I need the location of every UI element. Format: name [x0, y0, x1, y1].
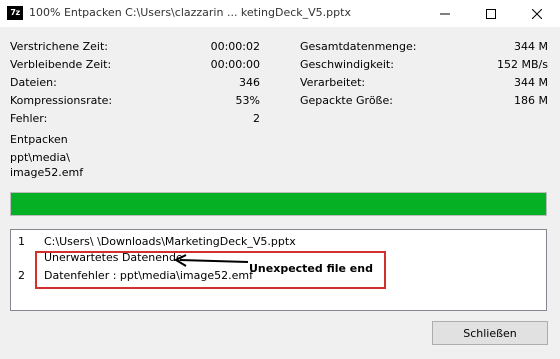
close-button[interactable]: Schließen [432, 321, 548, 345]
stat-row-files: Dateien: 346 [10, 74, 260, 92]
maximize-icon [486, 8, 496, 19]
stat-value: 186 M [514, 94, 548, 107]
stat-row-elapsed-time: Verstrichene Zeit: 00:00:02 [10, 38, 260, 56]
stat-value: 00:00:00 [210, 58, 260, 71]
stat-value: 2 [253, 112, 260, 125]
current-operation-label: Entpacken [10, 133, 68, 146]
close-window-button[interactable] [514, 0, 560, 27]
stat-label: Geschwindigkeit: [300, 58, 394, 71]
stat-label: Verstrichene Zeit: [10, 40, 108, 53]
stat-value: 00:00:02 [210, 40, 260, 53]
stat-row-errors: Fehler: 2 [10, 110, 260, 128]
stat-row-speed: Geschwindigkeit: 152 MB/s [300, 56, 548, 74]
message-text: C:\Users\ \Downloads\MarketingDeck_V5.pp… [44, 235, 296, 248]
maximize-button[interactable] [468, 0, 514, 27]
current-path-line-2: image52.emf [10, 166, 84, 179]
title-bar: 7z 100% Entpacken C:\Users\clazzarin ...… [0, 0, 560, 27]
annotation-arrow-icon [173, 254, 249, 267]
close-icon [532, 8, 542, 19]
stat-value: 152 MB/s [497, 58, 548, 71]
stat-row-compression-ratio: Kompressionsrate: 53% [10, 92, 260, 110]
stat-label: Dateien: [10, 76, 57, 89]
message-number: 1 [18, 235, 25, 248]
stat-label: Verarbeitet: [300, 76, 366, 89]
stat-row-packed-size: Gepackte Größe: 186 M [300, 92, 548, 110]
list-item[interactable]: 1 C:\Users\ \Downloads\MarketingDeck_V5.… [11, 234, 546, 250]
stat-label: Verbleibende Zeit: [10, 58, 112, 71]
annotation-text: Unexpected file end [249, 262, 373, 275]
stat-value: 344 M [514, 76, 548, 89]
minimize-icon [440, 13, 450, 14]
minimize-button[interactable] [422, 0, 468, 27]
progress-bar-fill [11, 193, 546, 215]
stat-label: Kompressionsrate: [10, 94, 113, 107]
stat-value: 346 [239, 76, 260, 89]
message-number: 2 [18, 269, 25, 282]
stat-row-remaining-time: Verbleibende Zeit: 00:00:00 [10, 56, 260, 74]
stat-value: 344 M [514, 40, 548, 53]
7zip-app-icon: 7z [7, 6, 23, 20]
stat-label: Gepackte Größe: [300, 94, 393, 107]
stat-value: 53% [235, 94, 260, 107]
window-title: 100% Entpacken C:\Users\clazzarin ... ke… [29, 6, 351, 19]
stat-label: Fehler: [10, 112, 48, 125]
progress-bar [10, 192, 547, 216]
stat-label: Gesamtdatenmenge: [300, 40, 417, 53]
current-path-line-1: ppt\media\ [10, 151, 70, 164]
stat-row-processed: Verarbeitet: 344 M [300, 74, 548, 92]
stat-row-total-size: Gesamtdatenmenge: 344 M [300, 38, 548, 56]
